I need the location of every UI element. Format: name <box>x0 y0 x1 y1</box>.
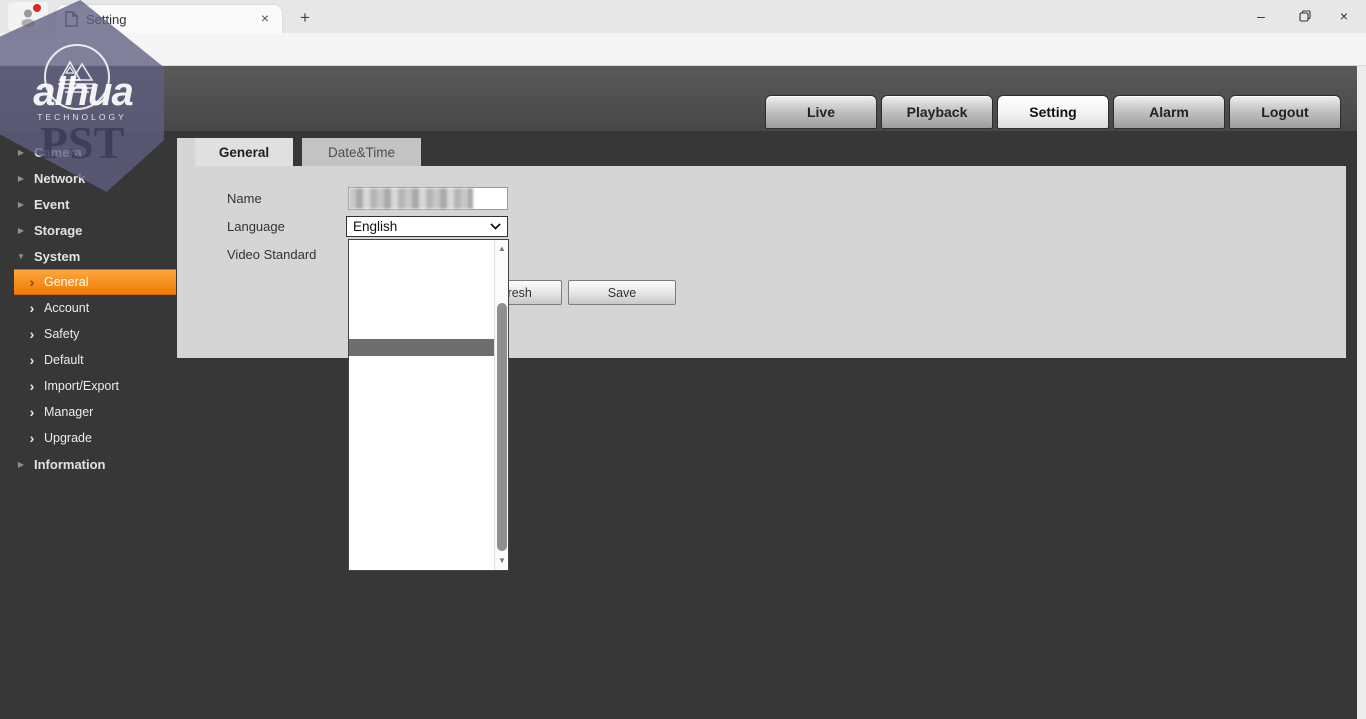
chevron-right-icon: › <box>26 302 38 314</box>
sidebar-item-safety[interactable]: › Safety <box>0 321 176 347</box>
nav-button-setting[interactable]: Setting <box>997 95 1109 129</box>
window-minimize-button[interactable]: – <box>1239 0 1283 32</box>
browser-titlebar: Setting × + – × <box>0 0 1366 33</box>
sidebar-item-event[interactable]: ▶ Event <box>0 191 176 217</box>
language-select-value: English <box>353 219 490 234</box>
sidebar-item-import-export[interactable]: › Import/Export <box>0 373 176 399</box>
sidebar-item-default[interactable]: › Default <box>0 347 176 373</box>
nav-button-playback[interactable]: Playback <box>881 95 993 129</box>
chevron-right-icon: › <box>26 406 38 418</box>
language-dropdown-list: ▲ ▼ <box>348 239 509 571</box>
tab-title: Setting <box>86 12 256 27</box>
collapsed-arrow-icon: ▶ <box>14 174 28 183</box>
language-option[interactable] <box>349 405 494 422</box>
language-option[interactable] <box>349 290 494 307</box>
nav-button-logout[interactable]: Logout <box>1229 95 1341 129</box>
collapsed-arrow-icon: ▶ <box>14 200 28 209</box>
chevron-down-icon <box>490 223 501 230</box>
browser-window: Setting × + – × 不安全 <box>0 0 1366 719</box>
sidebar-item-network[interactable]: ▶ Network <box>0 165 176 191</box>
video-standard-label: Video Standard <box>227 247 316 262</box>
language-option[interactable] <box>349 554 494 571</box>
chevron-right-icon: › <box>26 432 38 444</box>
language-label: Language <box>227 219 285 234</box>
dropdown-scrollbar[interactable]: ▲ ▼ <box>494 240 508 570</box>
language-option[interactable] <box>349 339 494 356</box>
chevron-right-icon: › <box>26 380 38 392</box>
browser-addressbar: 不安全 192.168.1.108 A) e <box>0 33 1366 66</box>
sidebar-item-general[interactable]: › General <box>14 269 176 295</box>
redacted-value <box>349 188 473 209</box>
tab-date-time[interactable]: Date&Time <box>302 138 421 166</box>
collapsed-arrow-icon: ▶ <box>14 148 28 157</box>
language-select[interactable]: English <box>346 216 508 237</box>
language-option[interactable] <box>349 273 494 290</box>
browser-tab-setting[interactable]: Setting × <box>56 5 282 33</box>
tab-general[interactable]: General <box>195 138 293 166</box>
new-tab-button[interactable]: + <box>294 7 316 29</box>
chevron-right-icon: › <box>26 354 38 366</box>
browser-scrollbar[interactable] <box>1357 66 1366 719</box>
window-restore-button[interactable] <box>1283 0 1327 32</box>
language-option[interactable] <box>349 257 494 274</box>
language-option[interactable] <box>349 504 494 521</box>
window-close-button[interactable]: × <box>1322 0 1366 32</box>
language-option[interactable] <box>349 372 494 389</box>
language-option[interactable] <box>349 356 494 373</box>
language-option[interactable] <box>349 240 494 257</box>
sidebar-item-camera[interactable]: ▶ Camera <box>0 139 176 165</box>
language-option[interactable] <box>349 455 494 472</box>
language-option[interactable] <box>349 488 494 505</box>
sidebar-item-account[interactable]: › Account <box>0 295 176 321</box>
sidebar-item-storage[interactable]: ▶ Storage <box>0 217 176 243</box>
scroll-up-icon[interactable]: ▲ <box>495 242 509 256</box>
language-option[interactable] <box>349 306 494 323</box>
nav-button-alarm[interactable]: Alarm <box>1113 95 1225 129</box>
panel-corner <box>177 138 195 166</box>
notification-dot-icon <box>33 4 41 12</box>
chevron-right-icon: › <box>26 276 38 288</box>
sidebar-item-manager[interactable]: › Manager <box>0 399 176 425</box>
collapsed-arrow-icon: ▶ <box>14 226 28 235</box>
language-option[interactable] <box>349 422 494 439</box>
name-label: Name <box>227 191 262 206</box>
restore-icon <box>1299 10 1311 22</box>
collapsed-arrow-icon: ▶ <box>14 460 28 469</box>
sidebar: ▶ Camera ▶ Network ▶ Event ▶ Storage ▼ S… <box>0 139 176 477</box>
language-option[interactable] <box>349 537 494 554</box>
language-option[interactable] <box>349 438 494 455</box>
browser-profile-button[interactable] <box>8 2 48 31</box>
sidebar-item-upgrade[interactable]: › Upgrade <box>0 425 176 451</box>
language-options <box>349 240 494 570</box>
name-input[interactable] <box>348 187 508 210</box>
sidebar-item-information[interactable]: ▶ Information <box>0 451 176 477</box>
save-button[interactable]: Save <box>568 280 676 305</box>
page-icon <box>64 11 78 27</box>
language-option[interactable] <box>349 323 494 340</box>
nav-button-live[interactable]: Live <box>765 95 877 129</box>
chevron-right-icon: › <box>26 328 38 340</box>
scroll-down-icon[interactable]: ▼ <box>495 554 509 568</box>
language-option[interactable] <box>349 471 494 488</box>
tab-close-icon[interactable]: × <box>256 10 274 28</box>
language-option[interactable] <box>349 521 494 538</box>
scrollbar-thumb[interactable] <box>497 303 507 551</box>
expanded-arrow-icon: ▼ <box>14 252 28 261</box>
sidebar-item-system[interactable]: ▼ System <box>0 243 176 269</box>
language-option[interactable] <box>349 389 494 406</box>
